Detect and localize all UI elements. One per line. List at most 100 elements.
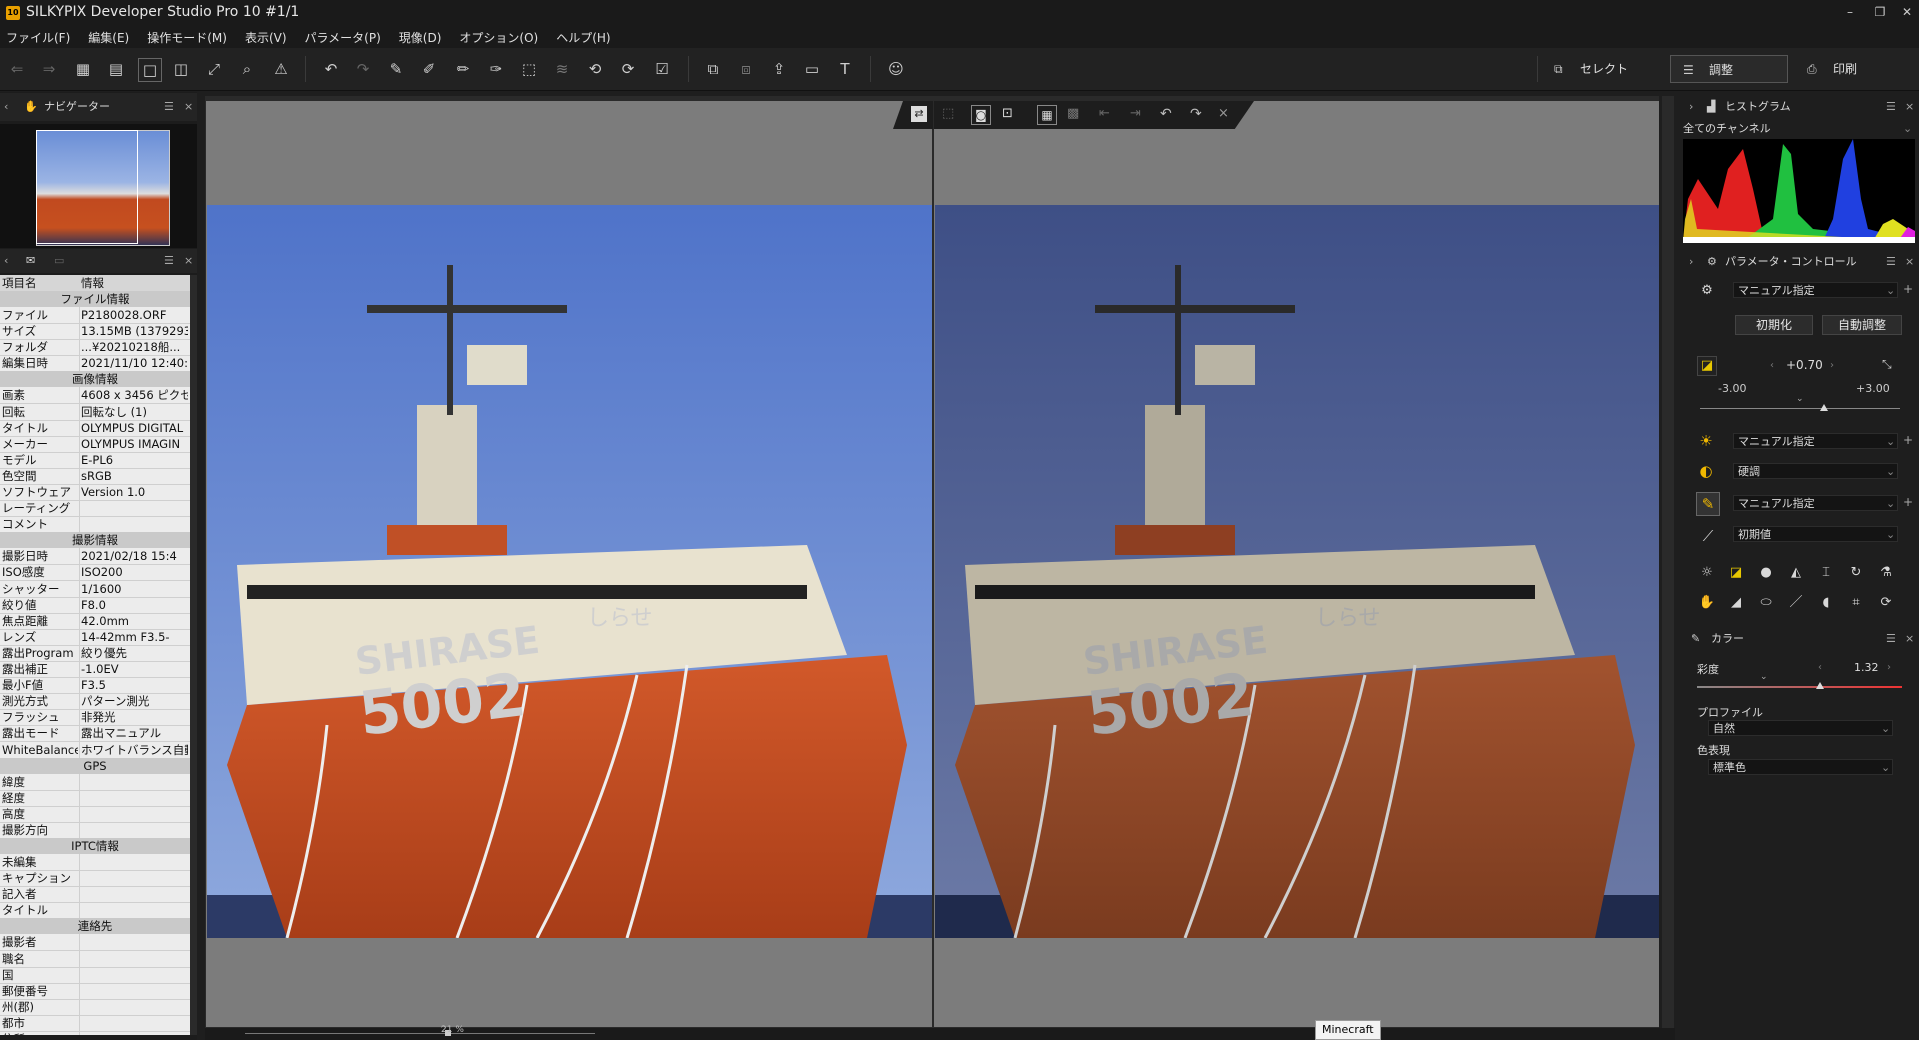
info-section-header[interactable]: 画像情報 [0, 371, 190, 388]
info-row[interactable]: ファイル P2180028.ORF [0, 307, 190, 324]
exposure-slider-handle[interactable] [1820, 404, 1828, 411]
compare-view-icon[interactable]: ◫ [170, 58, 192, 80]
thumbnail-grid-icon[interactable]: ▦ [72, 58, 94, 80]
actual-size-icon[interactable]: ◙ [971, 105, 991, 125]
zoom-slider-track[interactable] [245, 1033, 595, 1034]
info-row[interactable]: 緯度 [0, 773, 190, 791]
exposure-tool-icon[interactable]: ◪ [1727, 564, 1745, 582]
info-row[interactable]: 露出モード 露出マニュアル [0, 725, 190, 743]
develop-icon[interactable]: ⧉ [702, 58, 724, 80]
panel-menu-icon[interactable]: ☰ [164, 249, 174, 273]
menu-operation-mode[interactable]: 操作モード(M) [147, 29, 227, 46]
exposure-slider-track[interactable] [1700, 408, 1900, 409]
menu-help[interactable]: ヘルプ(H) [556, 29, 610, 46]
zoom-fit-icon[interactable]: ⊡ [1002, 106, 1013, 121]
info-row[interactable]: 国 [0, 966, 190, 984]
info-row[interactable]: 測光方式 パターン測光 [0, 693, 190, 711]
exposure-increment-icon[interactable]: › [1830, 360, 1834, 371]
exposure-reset-icon[interactable]: ⤡ [1882, 357, 1892, 372]
info-row[interactable]: サイズ 13.15MB (1379293 [0, 323, 190, 341]
contrast-select[interactable]: 硬調 ⌄ [1733, 463, 1898, 479]
collapse-icon[interactable]: ‹ [4, 93, 8, 121]
layers-icon[interactable]: ≋ [551, 58, 573, 80]
pencil-tool-icon[interactable]: ✏ [452, 58, 474, 80]
info-row[interactable]: 撮影日時 2021/02/18 15:4 [0, 548, 190, 566]
initialize-button[interactable]: 初期化 [1735, 315, 1813, 335]
info-row[interactable]: 画素 4608 x 3456 ピクセル [0, 387, 190, 405]
auto-adjust-button[interactable]: 自動調整 [1822, 315, 1902, 335]
rotate-right-icon[interactable]: ↷ [1190, 106, 1202, 122]
white-balance-select[interactable]: マニュアル指定 ⌄ [1733, 433, 1898, 449]
panel-menu-icon[interactable]: ☰ [1886, 251, 1896, 273]
noise-reduction-icon[interactable]: ✋ [1698, 594, 1716, 612]
info-row[interactable]: レンズ 14-42mm F3.5- [0, 628, 190, 646]
contrast-icon[interactable]: ◐ [1697, 462, 1715, 480]
panel-menu-icon[interactable]: ☰ [1886, 628, 1896, 650]
info-row[interactable]: 記入者 [0, 886, 190, 904]
add-wb-icon[interactable]: + [1903, 433, 1913, 447]
histogram-channel-select[interactable]: 全てのチャンネル ⌄ [1683, 121, 1915, 137]
info-row[interactable]: フラッシュ 非発光 [0, 709, 190, 727]
saturation-slider-handle[interactable] [1816, 682, 1824, 689]
gradation-tool-icon[interactable]: ◭ [1787, 564, 1805, 582]
grid-overlay-icon[interactable]: ▩ [1067, 106, 1079, 121]
taste-preset-select[interactable]: マニュアル指定 ⌄ [1733, 282, 1898, 298]
panel-close-icon[interactable]: × [184, 249, 193, 273]
tone-tool-icon[interactable]: ● [1757, 564, 1775, 582]
info-row[interactable]: 色空間 sRGB [0, 467, 190, 485]
crop-transform-icon[interactable]: ⬚ [518, 58, 540, 80]
sharpen-tool-icon[interactable]: ◢ [1727, 594, 1745, 612]
info-section-header[interactable]: ファイル情報 [0, 291, 190, 307]
tone-curve-icon[interactable]: ⟋ [1696, 524, 1720, 548]
menu-option[interactable]: オプション(O) [459, 29, 538, 46]
info-row[interactable]: メーカー OLYMPUS IMAGIN [0, 435, 190, 453]
prev-image-icon[interactable]: ⇤ [1099, 106, 1110, 121]
undo-icon[interactable]: ↶ [320, 58, 342, 80]
info-row[interactable]: モデル E-PL6 [0, 451, 190, 469]
fullscreen-icon[interactable]: ⤢ [203, 58, 225, 80]
dynamic-range-icon[interactable]: ⌶ [1817, 564, 1835, 582]
highlight-tool-icon[interactable]: ◖ [1817, 594, 1835, 612]
display-icon[interactable]: ▭ [801, 58, 823, 80]
back-icon[interactable]: ⇐ [6, 58, 28, 80]
menu-develop[interactable]: 現像(D) [399, 29, 442, 46]
info-row[interactable]: 経度 [0, 789, 190, 807]
rotation-tool-icon[interactable]: ↻ [1847, 564, 1865, 582]
info-row[interactable]: 都市 [0, 1014, 190, 1032]
mark-check-icon[interactable]: ☑ [651, 58, 673, 80]
brush-tool-icon[interactable]: ✐ [418, 58, 440, 80]
info-row[interactable]: 編集日時 2021/11/10 12:40: [0, 355, 190, 373]
next-image-icon[interactable]: ⇥ [1130, 106, 1141, 121]
crop-tool-icon[interactable]: ⌗ [1847, 594, 1865, 612]
profile-select[interactable]: 自然 ⌄ [1708, 720, 1893, 736]
tone-curve-select[interactable]: 初期値 ⌄ [1733, 526, 1898, 542]
warning-icon[interactable]: ⚠ [270, 58, 292, 80]
text-tool-icon[interactable]: T [834, 58, 856, 80]
rotate-right-icon[interactable]: ⟳ [617, 58, 639, 80]
viewer-scrollbar[interactable] [1662, 96, 1674, 1028]
info-section-header[interactable]: 連絡先 [0, 918, 190, 935]
saturation-slider-track[interactable] [1697, 686, 1902, 688]
info-row[interactable]: フォルダ ...¥20210218船... [0, 339, 190, 357]
rotate-left-icon[interactable]: ↶ [1160, 106, 1172, 122]
info-scrollbar[interactable] [190, 275, 197, 1035]
wb-tool-icon[interactable]: ☼ [1698, 564, 1716, 582]
expand-icon[interactable]: › [1689, 251, 1693, 273]
info-row[interactable]: 州(郡) [0, 998, 190, 1016]
menu-edit[interactable]: 編集(E) [88, 29, 129, 46]
color-tool-icon[interactable]: ⚗ [1877, 564, 1895, 582]
exposure-value[interactable]: +0.70 [1786, 358, 1823, 372]
minimize-button[interactable]: – [1835, 2, 1865, 22]
info-section-header[interactable]: IPTC情報 [0, 838, 190, 854]
sharpness-select[interactable]: マニュアル指定 ⌄ [1733, 495, 1898, 511]
exposure-bias-icon[interactable]: ◪ [1697, 356, 1717, 376]
info-row[interactable]: 未編集 [0, 854, 190, 871]
rotate-left-icon[interactable]: ⟲ [584, 58, 606, 80]
adjust-mode-button[interactable]: ☰ 調整 [1670, 55, 1788, 83]
info-row[interactable]: コメント [0, 516, 190, 534]
info-row[interactable]: 撮影者 [0, 934, 190, 952]
info-row[interactable]: 住所 [0, 1031, 190, 1035]
filmstrip-icon[interactable]: ▤ [105, 58, 127, 80]
menu-parameter[interactable]: パラメータ(P) [305, 29, 381, 46]
info-row[interactable]: 郵便番号 [0, 982, 190, 1000]
